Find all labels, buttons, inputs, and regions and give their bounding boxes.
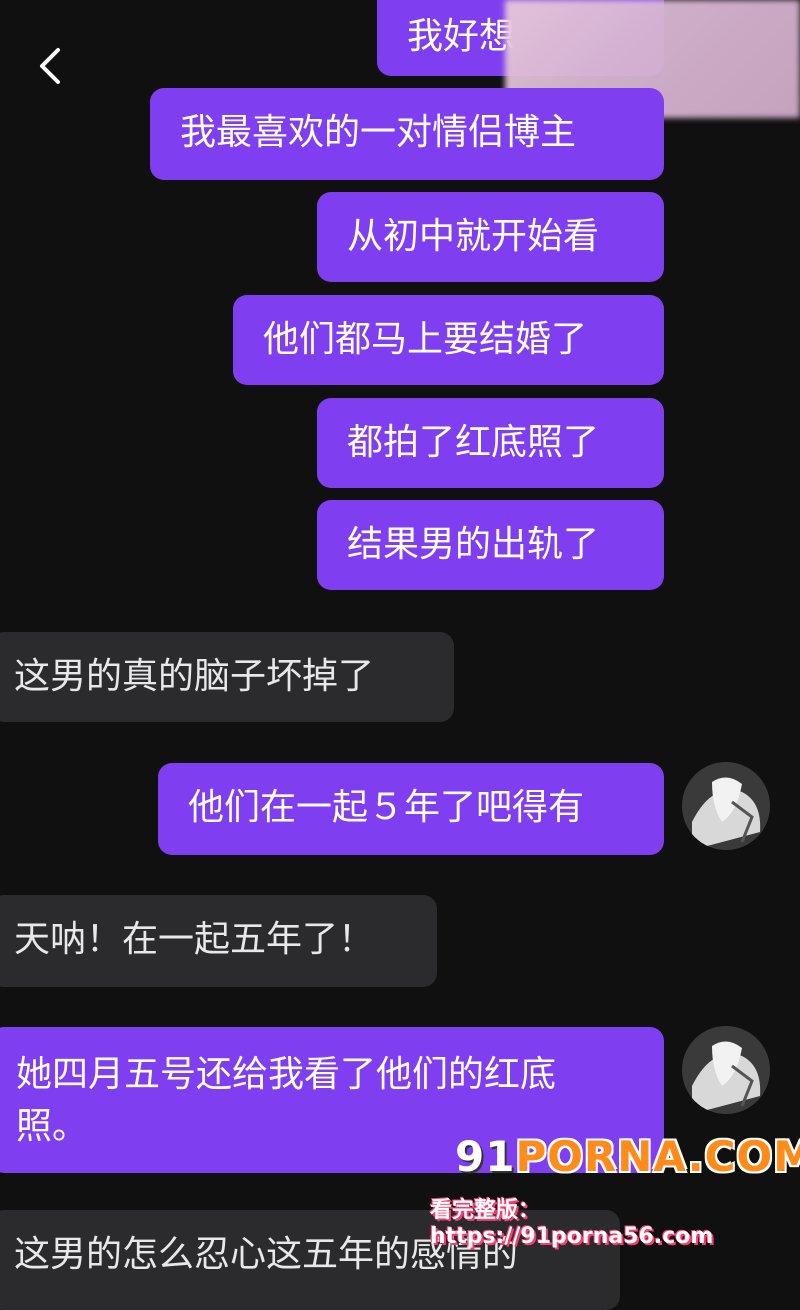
message-text: 这男的真的脑子坏掉了 — [14, 656, 375, 697]
back-button[interactable] — [30, 44, 70, 88]
message-bubble-outgoing[interactable]: 他们在一起５年了吧得有 — [158, 763, 664, 855]
message-bubble-incoming[interactable]: 天呐！在一起五年了！ — [0, 895, 437, 987]
message-text: 我最喜欢的一对情侣博主 — [180, 112, 577, 153]
message-text: 他们在一起５年了吧得有 — [188, 787, 585, 828]
message-bubble-outgoing[interactable]: 结果男的出轨了 — [317, 500, 664, 590]
message-bubble-outgoing[interactable]: 都拍了红底照了 — [317, 398, 664, 488]
message-bubble-incoming[interactable]: 这男的真的脑子坏掉了 — [0, 632, 454, 722]
watermark-logo-prefix: 91 — [455, 1132, 516, 1181]
message-text-line: 她四月五号还给我看了他们的红底 — [16, 1054, 557, 1095]
message-text: 他们都马上要结婚了 — [263, 319, 588, 360]
message-bubble-outgoing[interactable]: 他们都马上要结婚了 — [233, 295, 664, 385]
message-text: 从初中就开始看 — [347, 216, 600, 257]
message-text: 天呐！在一起五年了！ — [14, 919, 375, 960]
message-bubble-outgoing[interactable]: 我最喜欢的一对情侣博主 — [150, 88, 664, 180]
message-text: 我好想 — [407, 16, 516, 57]
avatar[interactable] — [682, 762, 770, 850]
message-text: 都拍了红底照了 — [347, 422, 600, 463]
message-bubble-outgoing[interactable]: 从初中就开始看 — [317, 192, 664, 282]
avatar-image — [682, 1026, 770, 1114]
watermark-logo-name: PORNA.COM — [515, 1132, 800, 1181]
watermark-subtitle: 看完整版：https://91porna56.com — [430, 1198, 714, 1249]
avatar[interactable] — [682, 1026, 770, 1114]
message-text: 结果男的出轨了 — [347, 524, 600, 565]
chevron-left-icon — [40, 48, 60, 84]
watermark-logo: 91PORNA.COM — [455, 1132, 800, 1181]
avatar-image — [682, 762, 770, 850]
